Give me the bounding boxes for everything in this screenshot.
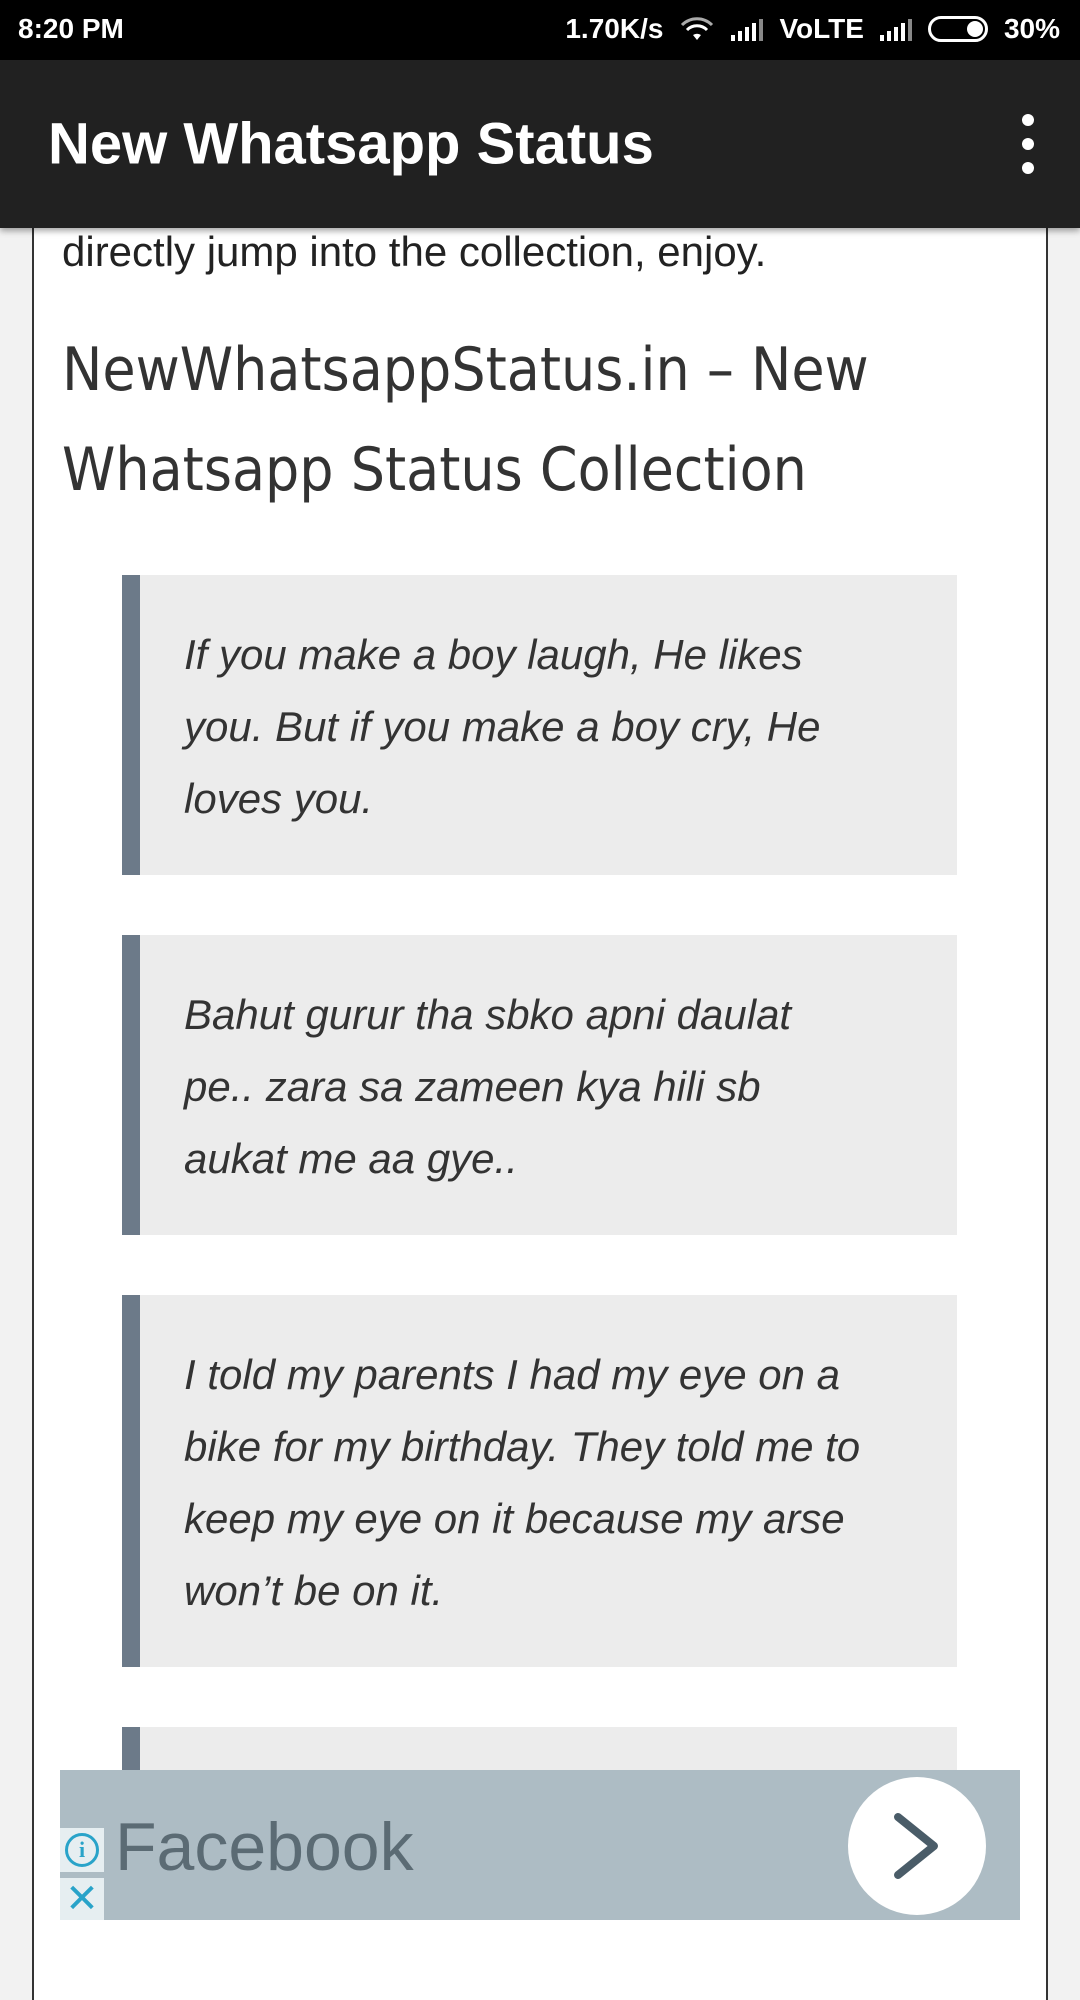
network-speed: 1.70K/s bbox=[565, 13, 664, 44]
battery-level: 30% bbox=[1003, 13, 1060, 44]
quote-text: I told my parents I had my eye on a bike… bbox=[184, 1339, 927, 1627]
quote-line: Bahut gurur tha sbko apni daulat bbox=[184, 991, 792, 1038]
quote-line: I told my parents I had my eye on a bbox=[184, 1351, 841, 1398]
quote-line: If you make a boy laugh, He likes bbox=[184, 631, 803, 678]
wifi-icon bbox=[681, 17, 714, 40]
close-icon[interactable]: ✕ bbox=[60, 1878, 104, 1920]
status-time: 8:20 PM bbox=[18, 13, 124, 44]
ad-open-button[interactable] bbox=[848, 1777, 986, 1915]
intro-text: directly jump into the collection, enjoy… bbox=[62, 228, 767, 275]
quote-line: bike for my birthday. They told me to bbox=[184, 1423, 861, 1470]
battery-icon bbox=[927, 16, 988, 42]
app-bar: New Whatsapp Status bbox=[0, 60, 1080, 228]
status-right: 1.70K/s VoLTE 30% bbox=[565, 13, 1060, 45]
page-heading: NewWhatsappStatus.in – New Whatsapp Stat… bbox=[62, 320, 982, 520]
heading-line-2: Whatsapp Status Collection bbox=[62, 435, 807, 505]
quote-line: keep my eye on it because my arse bbox=[184, 1495, 845, 1542]
heading-line-1: NewWhatsappStatus.in – New bbox=[62, 335, 869, 405]
signal-icon-2 bbox=[879, 17, 912, 41]
network-type: VoLTE bbox=[779, 13, 864, 44]
quote-block: Bahut gurur tha sbko apni daulat pe.. za… bbox=[122, 935, 957, 1235]
quote-text: If you make a boy laugh, He likes you. B… bbox=[184, 619, 927, 835]
ad-banner[interactable]: Facebook i ✕ bbox=[60, 1770, 1020, 1920]
quote-line: aukat me aa gye.. bbox=[184, 1135, 518, 1182]
quote-line: won’t be on it. bbox=[184, 1567, 444, 1614]
quote-line: you. But if you make a boy cry, He bbox=[184, 703, 821, 750]
quote-text: Bahut gurur tha sbko apni daulat pe.. za… bbox=[184, 979, 927, 1195]
app-title: New Whatsapp Status bbox=[48, 111, 654, 177]
ad-title[interactable]: Facebook bbox=[115, 1808, 414, 1886]
more-vert-icon[interactable] bbox=[1008, 114, 1048, 174]
quote-line: pe.. zara sa zameen kya hili sb bbox=[184, 1063, 761, 1110]
quote-block: If you make a boy laugh, He likes you. B… bbox=[122, 575, 957, 875]
quote-block: I told my parents I had my eye on a bike… bbox=[122, 1295, 957, 1667]
quote-line: loves you. bbox=[184, 775, 374, 822]
info-icon[interactable]: i bbox=[60, 1828, 104, 1872]
status-bar: 8:20 PM 1.70K/s VoLTE 30% bbox=[0, 0, 1080, 60]
chevron-right-icon bbox=[894, 1813, 938, 1879]
signal-icon bbox=[731, 17, 764, 41]
